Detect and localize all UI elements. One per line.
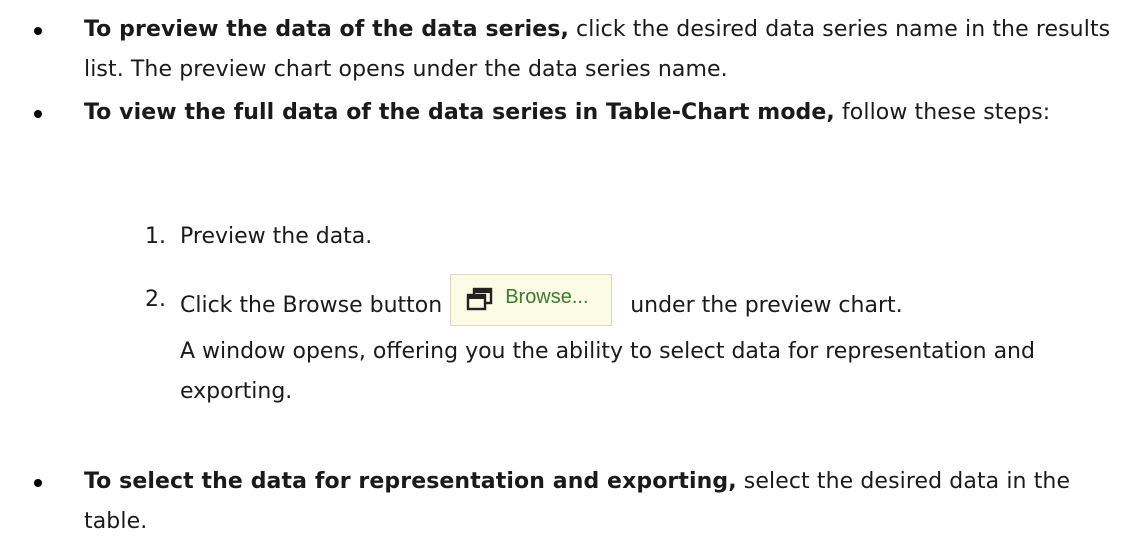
bullet-text: To select the data for representation an… [84, 462, 1114, 542]
step-text-continued: A window opens, offering you the ability… [180, 339, 1035, 404]
bullet-bold-lead: To view the full data of the data series… [84, 100, 835, 125]
step-number: 2. [145, 287, 166, 312]
browse-button-label: Browse... [505, 286, 589, 308]
bullet-dot [34, 479, 42, 487]
step-text: Click the Browse button Browse... under th… [180, 274, 1060, 412]
step-number: 1. [145, 224, 166, 249]
browse-button[interactable]: Browse... [450, 274, 613, 326]
step-text-before: Click the Browse button [180, 293, 443, 318]
bullet-body: follow these steps: [834, 100, 1051, 125]
bullet-dot [34, 27, 42, 35]
step-text: Preview the data. [180, 224, 373, 249]
step-text-after: under the preview chart. [630, 293, 903, 318]
bullet-text: To view the full data of the data series… [84, 93, 1114, 133]
bullet-bold-lead: To select the data for representation an… [84, 469, 737, 494]
bullet-bold-lead: To preview the data of the data series, [84, 17, 569, 42]
bullet-text: To preview the data of the data series, … [84, 10, 1114, 90]
bullet-dot [34, 110, 42, 118]
restore-window-icon [466, 287, 493, 311]
document-body: To preview the data of the data series, … [0, 0, 1126, 550]
